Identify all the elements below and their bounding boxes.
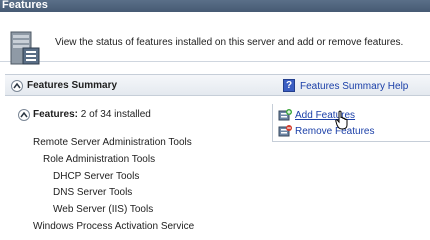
features-count: 2 of 34 installed xyxy=(80,109,151,120)
features-summary-title: Features Summary xyxy=(27,80,118,91)
collapse-up-icon[interactable] xyxy=(18,109,30,121)
features-summary-help-link[interactable]: Features Summary Help xyxy=(300,81,408,92)
features-summary-bar: Features Summary ? Features Summary Help xyxy=(5,74,430,96)
header-description: View the status of features installed on… xyxy=(55,37,404,48)
actions-divider xyxy=(272,141,430,142)
window-title: Features xyxy=(0,0,430,12)
tree-item[interactable]: DNS Server Tools xyxy=(53,187,132,198)
add-features-icon xyxy=(278,109,292,121)
actions-divider xyxy=(272,104,273,142)
tree-item[interactable]: Remote Server Administration Tools xyxy=(33,137,192,148)
remove-features-icon xyxy=(278,125,292,137)
hand-cursor-icon xyxy=(335,110,348,130)
features-label: Features: xyxy=(33,109,79,120)
tree-item[interactable]: Role Administration Tools xyxy=(43,154,155,165)
tree-item[interactable]: DHCP Server Tools xyxy=(53,171,139,182)
remove-features-link[interactable]: Remove Features xyxy=(278,125,374,137)
features-status: Features: 2 of 34 installed xyxy=(33,109,151,120)
server-features-icon xyxy=(10,31,40,65)
tree-item[interactable]: Web Server (IIS) Tools xyxy=(53,204,153,215)
header-panel: View the status of features installed on… xyxy=(0,12,430,65)
tree-item[interactable]: Windows Process Activation Service xyxy=(33,221,194,232)
help-icon: ? xyxy=(283,79,295,92)
collapse-up-icon[interactable] xyxy=(11,80,23,92)
